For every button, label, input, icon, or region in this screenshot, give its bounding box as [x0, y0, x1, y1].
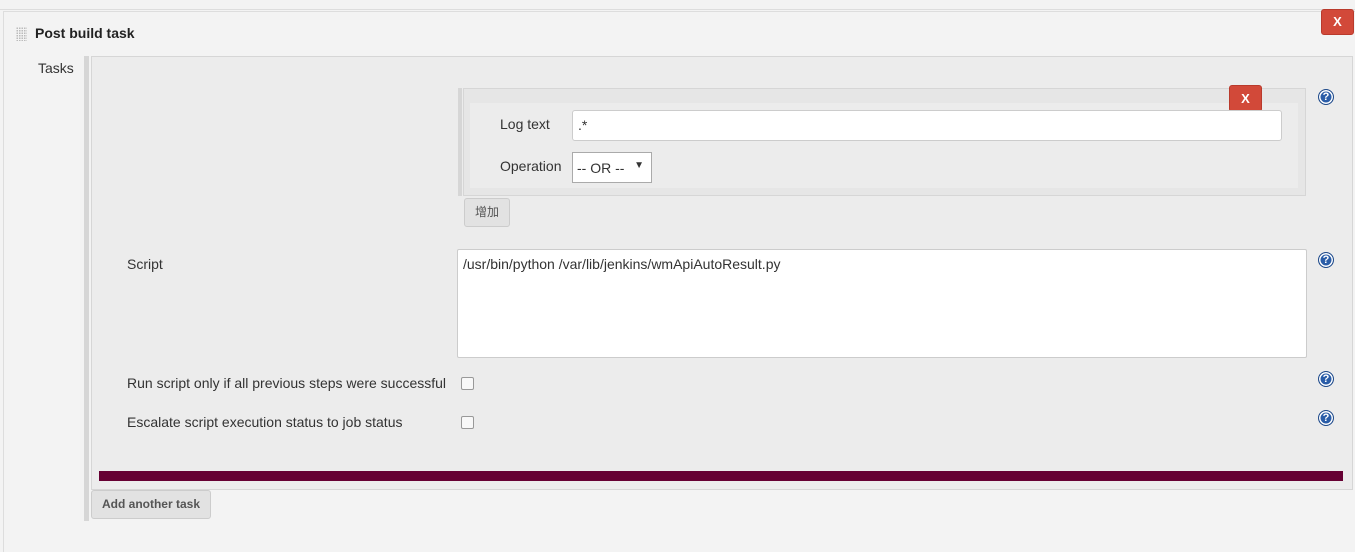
help-icon[interactable]: ?: [1318, 371, 1334, 387]
escalate-status-checkbox[interactable]: [461, 416, 474, 429]
dropdown-arrow-icon: ▼: [634, 160, 644, 171]
log-entry-bar: [458, 88, 462, 196]
add-another-task-button[interactable]: Add another task: [91, 490, 211, 519]
help-icon[interactable]: ?: [1318, 410, 1334, 426]
script-textarea[interactable]: /usr/bin/python /var/lib/jenkins/wmApiAu…: [457, 249, 1307, 358]
operation-value: -- OR --: [577, 160, 625, 176]
delete-log-entry-button[interactable]: X: [1229, 85, 1262, 112]
operation-label: Operation: [500, 158, 562, 174]
section-title: Post build task: [35, 25, 135, 41]
help-icon[interactable]: ?: [1318, 89, 1334, 105]
tasks-label: Tasks: [38, 60, 74, 76]
drag-handle-icon[interactable]: [16, 27, 27, 41]
escalate-status-label: Escalate script execution status to job …: [127, 414, 403, 430]
task-divider: [99, 471, 1343, 481]
help-icon[interactable]: ?: [1318, 252, 1334, 268]
run-if-success-label: Run script only if all previous steps we…: [127, 375, 447, 391]
add-log-entry-button[interactable]: 增加: [464, 198, 510, 227]
run-if-success-checkbox[interactable]: [461, 377, 474, 390]
script-label: Script: [127, 256, 163, 272]
top-divider: [0, 0, 1355, 10]
delete-section-button[interactable]: X: [1321, 9, 1354, 35]
tasks-bar: [84, 56, 89, 521]
log-text-input[interactable]: .*: [572, 110, 1282, 141]
log-text-label: Log text: [500, 116, 550, 132]
operation-select[interactable]: -- OR -- ▼: [572, 152, 652, 183]
